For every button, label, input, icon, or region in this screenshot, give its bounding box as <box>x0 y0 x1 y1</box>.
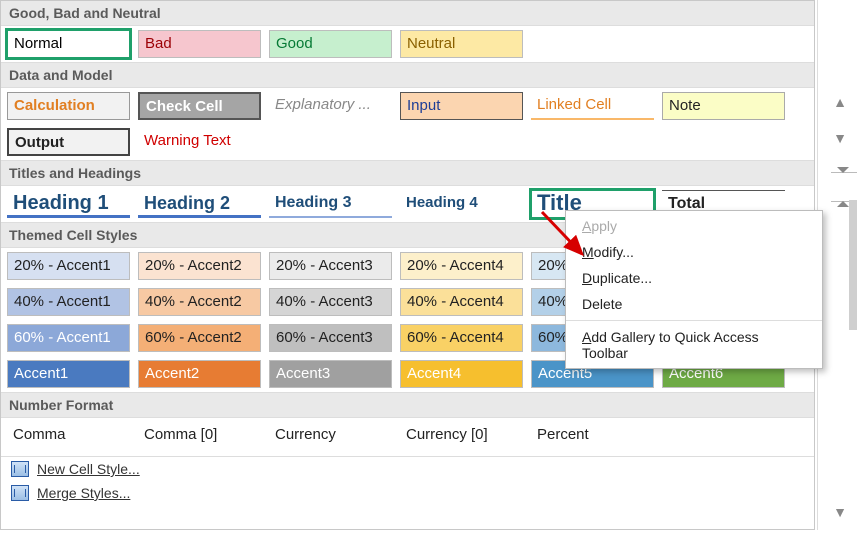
row-dam-1: Calculation Check Cell Explanatory ... I… <box>1 88 814 124</box>
row-nf: Comma Comma [0] Currency Currency [0] Pe… <box>1 418 814 454</box>
scroll-down-icon[interactable]: ▼ <box>825 126 855 152</box>
merge-styles-icon <box>11 485 29 501</box>
ctx-add-gallery-label: dd Gallery to Quick Access Toolbar <box>582 329 759 361</box>
style-bad[interactable]: Bad <box>138 30 261 58</box>
scroll-thumb[interactable] <box>849 200 857 330</box>
cell-style-icon <box>11 461 29 477</box>
style-60-accent4[interactable]: 60% - Accent4 <box>400 324 523 352</box>
scroll-up-icon[interactable]: ▲ <box>825 90 855 116</box>
style-40-accent2[interactable]: 40% - Accent2 <box>138 288 261 316</box>
style-40-accent4[interactable]: 40% - Accent4 <box>400 288 523 316</box>
ctx-apply-label: pply <box>591 218 617 234</box>
style-accent1[interactable]: Accent1 <box>7 360 130 388</box>
ctx-modify[interactable]: Modify... <box>566 239 822 265</box>
style-20-accent1[interactable]: 20% - Accent1 <box>7 252 130 280</box>
style-warning-text[interactable]: Warning Text <box>138 128 261 156</box>
ctx-delete-label: Delete <box>582 296 622 312</box>
ctx-delete[interactable]: Delete <box>566 291 822 317</box>
style-20-accent3[interactable]: 20% - Accent3 <box>269 252 392 280</box>
ctx-separator <box>566 320 822 321</box>
section-header-dam: Data and Model <box>1 62 814 88</box>
style-accent4[interactable]: Accent4 <box>400 360 523 388</box>
style-percent[interactable]: Percent <box>531 422 654 450</box>
style-normal[interactable]: Normal <box>7 30 130 58</box>
style-heading1[interactable]: Heading 1 <box>7 190 130 218</box>
style-output[interactable]: Output <box>7 128 130 156</box>
style-20-accent4[interactable]: 20% - Accent4 <box>400 252 523 280</box>
style-explanatory[interactable]: Explanatory ... <box>269 92 392 120</box>
style-linked-cell[interactable]: Linked Cell <box>531 92 654 120</box>
style-comma0[interactable]: Comma [0] <box>138 422 261 450</box>
scroll-down-end-icon[interactable]: ▼ <box>825 500 855 526</box>
merge-styles-link[interactable]: Merge Styles... <box>1 481 814 505</box>
style-currency[interactable]: Currency <box>269 422 392 450</box>
style-40-accent1[interactable]: 40% - Accent1 <box>7 288 130 316</box>
style-neutral[interactable]: Neutral <box>400 30 523 58</box>
style-heading4[interactable]: Heading 4 <box>400 190 523 218</box>
section-header-th: Titles and Headings <box>1 160 814 186</box>
ctx-modify-label: odify... <box>594 244 634 260</box>
section-header-nf: Number Format <box>1 392 814 418</box>
vertical-scrollbar[interactable]: ▲ ▼ ▼ <box>817 0 857 530</box>
style-good[interactable]: Good <box>269 30 392 58</box>
new-cell-style-label: NNew Cell Style...ew Cell Style... <box>37 461 140 477</box>
style-currency0[interactable]: Currency [0] <box>400 422 523 450</box>
split-handle-icon[interactable] <box>831 172 857 202</box>
ctx-duplicate-label: uplicate... <box>592 270 652 286</box>
style-20-accent2[interactable]: 20% - Accent2 <box>138 252 261 280</box>
new-cell-style-link[interactable]: NNew Cell Style...ew Cell Style... <box>1 457 814 481</box>
style-accent2[interactable]: Accent2 <box>138 360 261 388</box>
ctx-duplicate[interactable]: Duplicate... <box>566 265 822 291</box>
merge-styles-label: Merge Styles... <box>37 485 130 501</box>
style-60-accent3[interactable]: 60% - Accent3 <box>269 324 392 352</box>
ctx-add-gallery-qat[interactable]: Add Gallery to Quick Access Toolbar <box>566 324 822 366</box>
ctx-apply: Apply <box>566 213 822 239</box>
style-accent3[interactable]: Accent3 <box>269 360 392 388</box>
row-gbn: Normal Bad Good Neutral <box>1 26 814 62</box>
section-header-gbn: Good, Bad and Neutral <box>1 1 814 26</box>
style-comma[interactable]: Comma <box>7 422 130 450</box>
style-check-cell[interactable]: Check Cell <box>138 92 261 120</box>
context-menu: Apply Modify... Duplicate... Delete Add … <box>565 210 823 369</box>
style-60-accent2[interactable]: 60% - Accent2 <box>138 324 261 352</box>
row-dam-2: Output Warning Text <box>1 124 814 160</box>
style-40-accent3[interactable]: 40% - Accent3 <box>269 288 392 316</box>
style-input[interactable]: Input <box>400 92 523 120</box>
style-heading2[interactable]: Heading 2 <box>138 190 261 218</box>
style-note[interactable]: Note <box>662 92 785 120</box>
style-calculation[interactable]: Calculation <box>7 92 130 120</box>
style-heading3[interactable]: Heading 3 <box>269 190 392 218</box>
style-60-accent1[interactable]: 60% - Accent1 <box>7 324 130 352</box>
